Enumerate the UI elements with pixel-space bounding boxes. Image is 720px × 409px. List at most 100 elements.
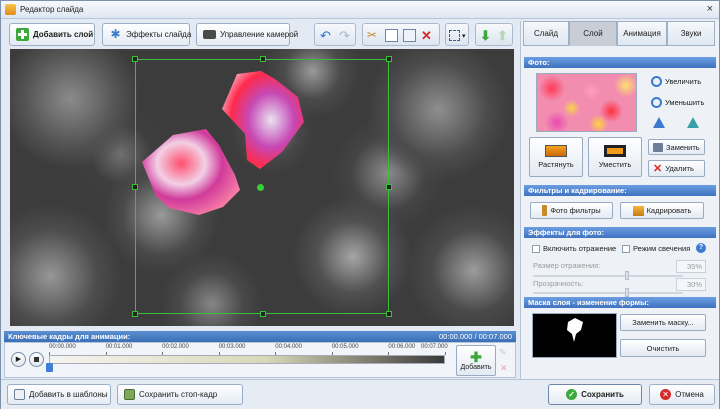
- zoom-in-control[interactable]: Увеличить: [651, 76, 701, 87]
- crop-button[interactable]: Кадрировать: [620, 202, 704, 219]
- add-layer-button[interactable]: Добавить слой: [9, 23, 95, 46]
- replace-photo-button[interactable]: Заменить: [648, 139, 705, 155]
- tab-slide[interactable]: Слайд: [523, 21, 569, 46]
- slide-canvas[interactable]: [10, 49, 514, 326]
- reflection-size-label: Размер отражения:: [533, 261, 601, 270]
- zoom-out-control[interactable]: Уменьшить: [651, 97, 704, 108]
- mask-shape-image: [567, 318, 583, 342]
- arrow-up-icon[interactable]: ⬆: [497, 29, 510, 42]
- replace-icon: [653, 142, 663, 152]
- plus-icon: ✚: [470, 348, 482, 365]
- glow-checkbox[interactable]: Режим свечения: [622, 244, 690, 254]
- resize-handle[interactable]: [132, 56, 138, 62]
- time-tick-label: 00:05.000: [331, 344, 359, 350]
- reflection-checkbox[interactable]: Включить отражение: [532, 244, 616, 254]
- plus-icon: [16, 28, 29, 41]
- slide-effects-label: Эффекты слайда: [126, 30, 192, 39]
- time-tick-label: 00:06.000: [388, 344, 416, 350]
- bottom-bar: Добавить в шаблоны Сохранить стоп-кадр ✓…: [1, 379, 719, 409]
- tab-label: Слайд: [533, 29, 559, 38]
- cut-icon[interactable]: ✂: [367, 29, 380, 42]
- resize-handle[interactable]: [386, 184, 392, 190]
- resize-handle[interactable]: [132, 184, 138, 190]
- transparency-slider[interactable]: [533, 288, 683, 297]
- photo-filters-label: Фото фильтры: [550, 206, 601, 215]
- align-grid-icon[interactable]: [449, 30, 460, 41]
- edit-keyframe-icon[interactable]: ✎: [499, 347, 507, 358]
- resize-handle[interactable]: [132, 311, 138, 317]
- tab-label: Слой: [583, 29, 603, 38]
- photo-filters-button[interactable]: Фото фильтры: [530, 202, 613, 219]
- keyframe-timeline[interactable]: ▶ 00:00.000 00:01.000 00:02.000 00:03.000 00…: [4, 342, 516, 378]
- stretch-icon: [545, 145, 567, 157]
- undo-icon[interactable]: ↶: [320, 29, 333, 42]
- checkmark-icon: ✓: [566, 389, 578, 400]
- resize-handle[interactable]: [386, 56, 392, 62]
- title-bar: Редактор слайда ×: [1, 1, 719, 19]
- mask-preview[interactable]: [532, 313, 617, 358]
- resize-handle[interactable]: [260, 56, 266, 62]
- transparency-value[interactable]: 30%: [676, 278, 706, 291]
- delete-icon[interactable]: ✕: [421, 29, 434, 42]
- crop-label: Кадрировать: [646, 206, 692, 215]
- arrow-down-icon[interactable]: ⬇: [480, 29, 493, 42]
- time-tick-label: 00:00.000: [49, 344, 76, 350]
- rotation-center-handle[interactable]: [257, 184, 264, 191]
- clear-mask-label: Очистить: [646, 343, 680, 353]
- transparency-label: Прозрачность:: [533, 279, 584, 288]
- zoom-in-icon: [651, 76, 662, 87]
- reflection-size-slider[interactable]: [533, 271, 683, 280]
- cancel-button[interactable]: ✕ Отмена: [649, 384, 715, 405]
- photo-section-header: Фото:: [524, 57, 716, 68]
- slide-effects-button[interactable]: ✱ Эффекты слайда: [102, 23, 192, 46]
- tab-sounds[interactable]: Звуки: [667, 21, 715, 46]
- timeline-track[interactable]: [49, 355, 445, 364]
- reflection-size-value[interactable]: 35%: [676, 260, 706, 273]
- save-label: Сохранить: [581, 390, 624, 399]
- tab-animation[interactable]: Анимация: [617, 21, 667, 46]
- camera-control-button[interactable]: Управление камерой: [196, 23, 298, 46]
- rotate-left-icon[interactable]: [653, 117, 665, 128]
- play-icon[interactable]: ▶: [11, 352, 26, 367]
- save-button[interactable]: ✓ Сохранить: [548, 384, 642, 405]
- window-title: Редактор слайда: [20, 5, 84, 14]
- close-icon[interactable]: ×: [707, 3, 713, 15]
- timeline-header: Ключевые кадры для анимации: 00:00.000 /…: [4, 331, 516, 342]
- replace-mask-button[interactable]: Заменить маску...: [620, 314, 706, 331]
- keyframe-marker[interactable]: [46, 363, 53, 372]
- zoom-in-label: Увеличить: [665, 77, 702, 86]
- checkbox-box: [622, 245, 630, 254]
- stop-icon[interactable]: [29, 352, 44, 367]
- add-keyframe-label: Добавить: [460, 363, 492, 371]
- delete-keyframe-icon[interactable]: ✕: [500, 363, 508, 374]
- redo-icon[interactable]: ↷: [339, 29, 352, 42]
- save-freeze-frame-button[interactable]: Сохранить стоп-кадр: [117, 384, 243, 405]
- tab-layer[interactable]: Слой: [569, 21, 617, 46]
- resize-handle[interactable]: [386, 311, 392, 317]
- copy-icon[interactable]: [385, 29, 398, 42]
- photo-thumbnail[interactable]: [536, 73, 637, 132]
- add-keyframe-button[interactable]: ✚ Добавить: [456, 345, 496, 376]
- align-group: ▾: [445, 23, 469, 46]
- stretch-label: Растянуть: [538, 160, 574, 169]
- chevron-down-icon[interactable]: ▾: [462, 32, 466, 40]
- crop-icon: [632, 205, 644, 216]
- clear-mask-button[interactable]: Очистить: [620, 339, 706, 357]
- delete-photo-button[interactable]: ✕ Удалить: [648, 160, 705, 177]
- selection-frame[interactable]: [132, 56, 392, 317]
- rotate-right-icon[interactable]: [687, 117, 699, 128]
- time-tick-label: 00:02.000: [162, 344, 189, 350]
- fit-button[interactable]: Уместить: [588, 137, 642, 177]
- timeline-time: 00:00.000 / 00:07.000: [439, 332, 512, 341]
- resize-handle[interactable]: [260, 311, 266, 317]
- add-to-templates-button[interactable]: Добавить в шаблоны: [7, 384, 111, 405]
- layer-order-group: ⬇ ⬆: [475, 23, 513, 46]
- save-freeze-frame-label: Сохранить стоп-кадр: [139, 390, 218, 399]
- stretch-button[interactable]: Растянуть: [529, 137, 583, 177]
- fit-label: Уместить: [598, 160, 632, 169]
- add-to-templates-label: Добавить в шаблоны: [29, 390, 108, 399]
- fit-icon: [604, 145, 626, 157]
- paste-icon[interactable]: [403, 29, 416, 42]
- help-icon[interactable]: ?: [696, 243, 706, 253]
- replace-mask-label: Заменить маску...: [632, 318, 694, 327]
